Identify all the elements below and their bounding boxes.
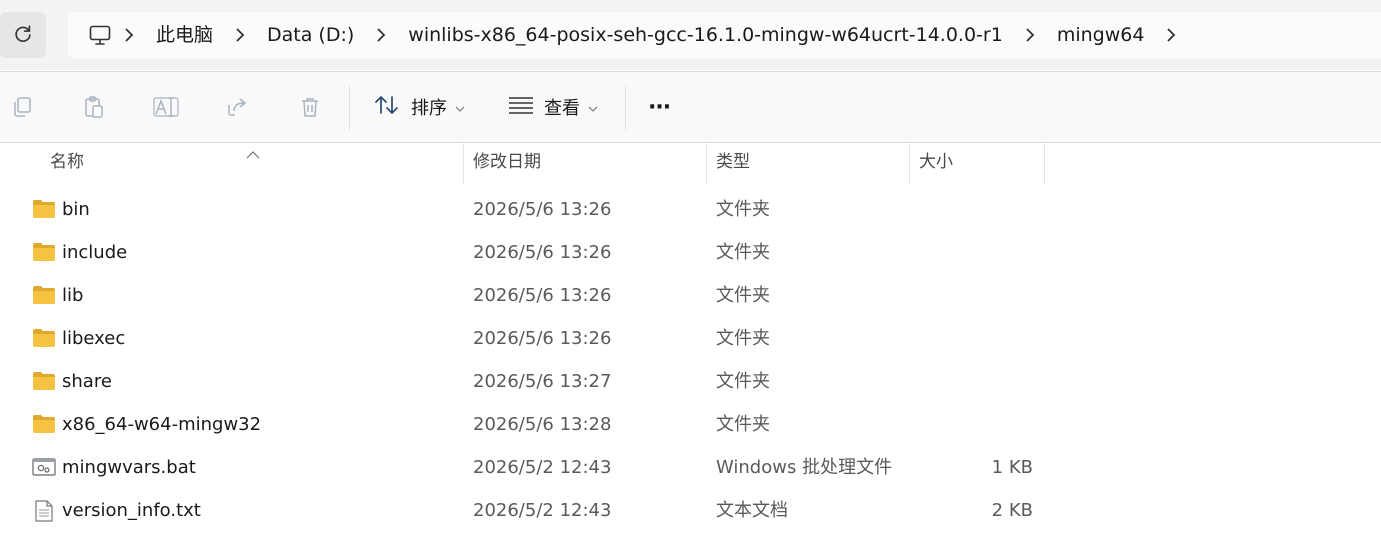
paste-icon[interactable] — [81, 94, 107, 120]
file-type: Windows 批处理文件 — [716, 457, 893, 478]
file-row[interactable]: lib 2026/5/6 13:26 文件夹 — [0, 274, 1381, 317]
folder-icon — [32, 371, 56, 391]
folder-icon — [32, 242, 56, 262]
file-row[interactable]: mingwvars.bat 2026/5/2 12:43 Windows 批处理… — [0, 446, 1381, 489]
breadcrumb-winlibs-folder[interactable]: winlibs-x86_64-posix-seh-gcc-16.1.0-ming… — [398, 12, 1013, 58]
folder-icon — [32, 285, 56, 305]
breadcrumb-drive[interactable]: Data (D:) — [257, 12, 364, 58]
file-type: 文本文档 — [716, 500, 788, 521]
file-date: 2026/5/6 13:27 — [473, 371, 612, 392]
address-row: 此电脑 Data (D:) winlibs-x86_64-posix-seh-g… — [0, 0, 1381, 70]
toolbar-separator — [349, 86, 350, 130]
copy-icon[interactable] — [9, 94, 35, 120]
column-divider[interactable] — [1044, 142, 1045, 184]
address-bar[interactable]: 此电脑 Data (D:) winlibs-x86_64-posix-seh-g… — [68, 12, 1381, 58]
view-list-icon — [508, 95, 534, 120]
chevron-right-icon[interactable] — [1013, 12, 1047, 58]
file-list: bin 2026/5/6 13:26 文件夹 include 2026/5/6 … — [0, 188, 1381, 532]
file-type: 文件夹 — [716, 242, 770, 263]
file-name: bin — [62, 199, 90, 220]
column-header-type[interactable]: 类型 — [706, 142, 909, 184]
file-name: x86_64-w64-mingw32 — [62, 414, 262, 435]
refresh-icon — [12, 23, 34, 48]
toolbar-separator — [625, 86, 626, 130]
file-date: 2026/5/6 13:26 — [473, 242, 612, 263]
file-type: 文件夹 — [716, 328, 770, 349]
chevron-right-icon[interactable] — [223, 12, 257, 58]
monitor-icon[interactable] — [88, 23, 112, 47]
command-bar: 排序 查看 ··· — [0, 71, 1381, 143]
folder-icon — [32, 414, 56, 434]
breadcrumb-this-pc[interactable]: 此电脑 — [146, 12, 223, 58]
file-name: share — [62, 371, 112, 392]
file-name: lib — [62, 285, 84, 306]
chevron-down-icon — [588, 97, 598, 118]
file-type: 文件夹 — [716, 414, 770, 435]
sort-ascending-icon — [246, 144, 260, 163]
file-row[interactable]: include 2026/5/6 13:26 文件夹 — [0, 231, 1381, 274]
sort-label: 排序 — [411, 98, 447, 119]
view-label: 查看 — [544, 98, 580, 119]
view-button[interactable]: 查看 — [508, 89, 598, 125]
file-date: 2026/5/6 13:26 — [473, 199, 612, 220]
file-name: mingwvars.bat — [62, 457, 196, 478]
more-options-button[interactable]: ··· — [648, 89, 671, 125]
chevron-down-icon — [455, 97, 465, 118]
chevron-right-icon[interactable] — [112, 12, 146, 58]
delete-icon[interactable] — [297, 94, 323, 120]
file-row[interactable]: x86_64-w64-mingw32 2026/5/6 13:28 文件夹 — [0, 403, 1381, 446]
file-size: 2 KB — [991, 500, 1033, 521]
file-name: libexec — [62, 328, 126, 349]
file-type: 文件夹 — [716, 285, 770, 306]
file-date: 2026/5/6 13:26 — [473, 285, 612, 306]
file-row[interactable]: libexec 2026/5/6 13:26 文件夹 — [0, 317, 1381, 360]
column-header-size[interactable]: 大小 — [909, 142, 1044, 184]
more-icon: ··· — [648, 94, 671, 120]
file-date: 2026/5/2 12:43 — [473, 457, 612, 478]
file-date: 2026/5/2 12:43 — [473, 500, 612, 521]
file-name: version_info.txt — [62, 500, 201, 521]
folder-icon — [32, 328, 56, 348]
file-date: 2026/5/6 13:28 — [473, 414, 612, 435]
chevron-right-icon[interactable] — [364, 12, 398, 58]
share-icon[interactable] — [225, 94, 251, 120]
sort-icon — [373, 93, 401, 122]
file-row[interactable]: share 2026/5/6 13:27 文件夹 — [0, 360, 1381, 403]
sort-button[interactable]: 排序 — [373, 89, 465, 125]
column-header-date[interactable]: 修改日期 — [463, 142, 706, 184]
file-date: 2026/5/6 13:26 — [473, 328, 612, 349]
file-size: 1 KB — [991, 457, 1033, 478]
file-name: include — [62, 242, 128, 263]
file-type: 文件夹 — [716, 371, 770, 392]
folder-icon — [32, 199, 56, 219]
column-header-row: 名称 修改日期 类型 大小 — [0, 142, 1381, 184]
rename-icon[interactable] — [153, 94, 179, 120]
refresh-button[interactable] — [0, 12, 46, 58]
file-row[interactable]: bin 2026/5/6 13:26 文件夹 — [0, 188, 1381, 231]
file-row[interactable]: version_info.txt 2026/5/2 12:43 文本文档 2 K… — [0, 489, 1381, 532]
batch-file-icon — [32, 457, 56, 477]
text-file-icon — [32, 500, 56, 522]
chevron-right-icon[interactable] — [1154, 12, 1188, 58]
file-type: 文件夹 — [716, 199, 770, 220]
breadcrumb-mingw64[interactable]: mingw64 — [1047, 12, 1155, 58]
